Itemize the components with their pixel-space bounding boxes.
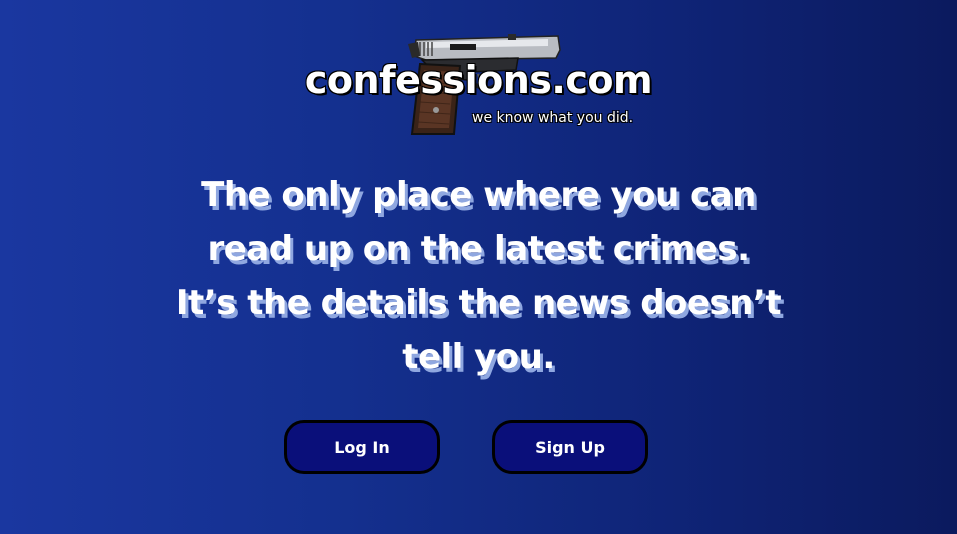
- tagline: we know what you did.: [472, 110, 634, 126]
- site-logo: confessions.com we know what you did.: [0, 0, 957, 150]
- headline-line: tell you.: [402, 337, 555, 377]
- hero-headline: The only place where you can read up on …: [0, 168, 957, 384]
- headline-line: read up on the latest crimes.: [207, 229, 750, 269]
- signup-button[interactable]: Sign Up: [492, 420, 648, 474]
- headline-line: The only place where you can: [201, 175, 756, 215]
- login-button[interactable]: Log In: [284, 420, 440, 474]
- brand-name[interactable]: confessions.com: [0, 57, 957, 103]
- headline-line: It’s the details the news doesn’t: [175, 283, 782, 323]
- auth-buttons: Log In Sign Up: [0, 420, 957, 478]
